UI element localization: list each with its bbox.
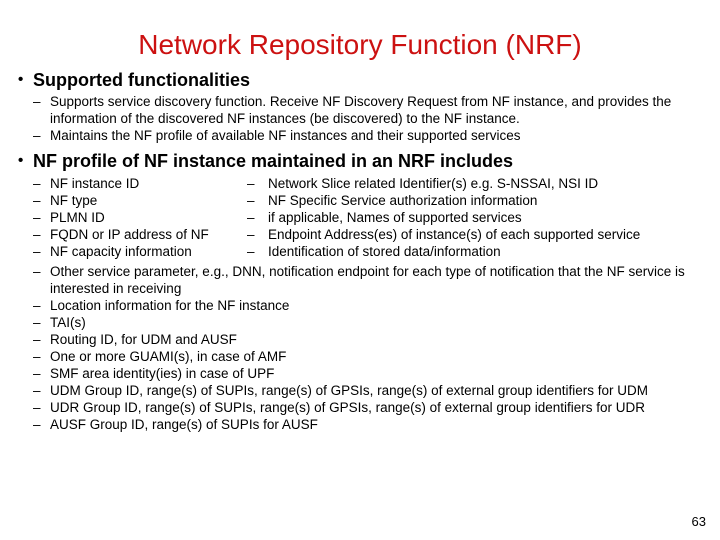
list-item: – SMF area identity(ies) in case of UPF bbox=[0, 365, 720, 382]
nf-profile-remaining-list: – Other service parameter, e.g., DNN, no… bbox=[0, 263, 720, 433]
dash-icon: – bbox=[33, 417, 41, 432]
list-item-label: Identification of stored data/informatio… bbox=[268, 244, 501, 259]
list-item-label: AUSF Group ID, range(s) of SUPIs for AUS… bbox=[50, 417, 318, 432]
list-item-label: UDR Group ID, range(s) of SUPIs, range(s… bbox=[50, 400, 645, 415]
list-item: – FQDN or IP address of NF bbox=[0, 226, 248, 243]
dash-icon: – bbox=[33, 315, 41, 330]
list-item-label: Location information for the NF instance bbox=[50, 298, 290, 313]
list-item-label: FQDN or IP address of NF bbox=[50, 227, 209, 242]
list-item: – Routing ID, for UDM and AUSF bbox=[0, 331, 720, 348]
dash-icon: – bbox=[247, 227, 255, 242]
dash-icon: – bbox=[33, 94, 41, 109]
list-item-label: Supports service discovery function. Rec… bbox=[50, 94, 672, 126]
section-heading-label: NF profile of NF instance maintained in … bbox=[33, 151, 514, 171]
supported-functionalities-list: – Supports service discovery function. R… bbox=[0, 93, 720, 144]
list-item-label: NF Specific Service authorization inform… bbox=[268, 193, 538, 208]
list-item-label: TAI(s) bbox=[50, 315, 86, 330]
list-item: – Endpoint Address(es) of instance(s) of… bbox=[247, 226, 720, 243]
dash-icon: – bbox=[33, 128, 41, 143]
list-item-label: NF instance ID bbox=[50, 176, 140, 191]
list-item: – NF Specific Service authorization info… bbox=[247, 192, 720, 209]
list-item: – AUSF Group ID, range(s) of SUPIs for A… bbox=[0, 416, 720, 433]
nf-profile-column-left: – NF instance ID – NF type – PLMN ID – F… bbox=[0, 175, 248, 260]
dash-icon: – bbox=[247, 193, 255, 208]
list-item-label: Network Slice related Identifier(s) e.g.… bbox=[268, 176, 599, 191]
section-heading-nf-profile: • NF profile of NF instance maintained i… bbox=[0, 150, 720, 172]
list-item-label: Endpoint Address(es) of instance(s) of e… bbox=[268, 227, 641, 242]
dash-icon: – bbox=[33, 193, 41, 208]
list-item-label: One or more GUAMI(s), in case of AMF bbox=[50, 349, 287, 364]
slide-body: • Supported functionalities – Supports s… bbox=[0, 69, 720, 433]
list-item-label: SMF area identity(ies) in case of UPF bbox=[50, 366, 275, 381]
page-title: Network Repository Function (NRF) bbox=[138, 29, 582, 60]
bullet-icon: • bbox=[18, 71, 24, 88]
list-item-label: NF capacity information bbox=[50, 244, 192, 259]
dash-icon: – bbox=[33, 210, 41, 225]
dash-icon: – bbox=[247, 176, 255, 191]
list-item: – Location information for the NF instan… bbox=[0, 297, 720, 314]
list-item: – UDM Group ID, range(s) of SUPIs, range… bbox=[0, 382, 720, 399]
list-item: – One or more GUAMI(s), in case of AMF bbox=[0, 348, 720, 365]
dash-icon: – bbox=[33, 332, 41, 347]
dash-icon: – bbox=[33, 400, 41, 415]
list-item: – TAI(s) bbox=[0, 314, 720, 331]
list-item-label: NF type bbox=[50, 193, 98, 208]
dash-icon: – bbox=[247, 244, 255, 259]
dash-icon: – bbox=[33, 227, 41, 242]
dash-icon: – bbox=[33, 366, 41, 381]
dash-icon: – bbox=[33, 383, 41, 398]
page-number: 63 bbox=[691, 514, 706, 529]
dash-icon: – bbox=[33, 349, 41, 364]
list-item: – Supports service discovery function. R… bbox=[0, 93, 720, 127]
slide: Network Repository Function (NRF) • Supp… bbox=[0, 0, 720, 540]
section-heading-supported-functionalities: • Supported functionalities bbox=[0, 69, 720, 91]
bullet-icon: • bbox=[18, 152, 24, 169]
list-item: – Other service parameter, e.g., DNN, no… bbox=[0, 263, 720, 297]
list-item-label: Routing ID, for UDM and AUSF bbox=[50, 332, 237, 347]
dash-icon: – bbox=[33, 176, 41, 191]
nf-profile-column-right: – Network Slice related Identifier(s) e.… bbox=[247, 175, 720, 260]
list-item: – Network Slice related Identifier(s) e.… bbox=[247, 175, 720, 192]
dash-icon: – bbox=[33, 264, 41, 279]
list-item: – Maintains the NF profile of available … bbox=[0, 127, 720, 144]
list-item: – NF instance ID bbox=[0, 175, 248, 192]
dash-icon: – bbox=[33, 244, 41, 259]
section-heading-label: Supported functionalities bbox=[33, 70, 251, 90]
dash-icon: – bbox=[247, 210, 255, 225]
list-item: – NF capacity information bbox=[0, 243, 248, 260]
list-item: – if applicable, Names of supported serv… bbox=[247, 209, 720, 226]
dash-icon: – bbox=[33, 298, 41, 313]
list-item-label: Maintains the NF profile of available NF… bbox=[50, 128, 521, 143]
list-item: – NF type bbox=[0, 192, 248, 209]
nf-profile-columns: – NF instance ID – NF type – PLMN ID – F… bbox=[0, 175, 720, 263]
list-item-label: Other service parameter, e.g., DNN, noti… bbox=[50, 264, 685, 296]
list-item: – Identification of stored data/informat… bbox=[247, 243, 720, 260]
list-item-label: if applicable, Names of supported servic… bbox=[268, 210, 522, 225]
list-item: – UDR Group ID, range(s) of SUPIs, range… bbox=[0, 399, 720, 416]
list-item: – PLMN ID bbox=[0, 209, 248, 226]
list-item-label: UDM Group ID, range(s) of SUPIs, range(s… bbox=[50, 383, 648, 398]
list-item-label: PLMN ID bbox=[50, 210, 105, 225]
